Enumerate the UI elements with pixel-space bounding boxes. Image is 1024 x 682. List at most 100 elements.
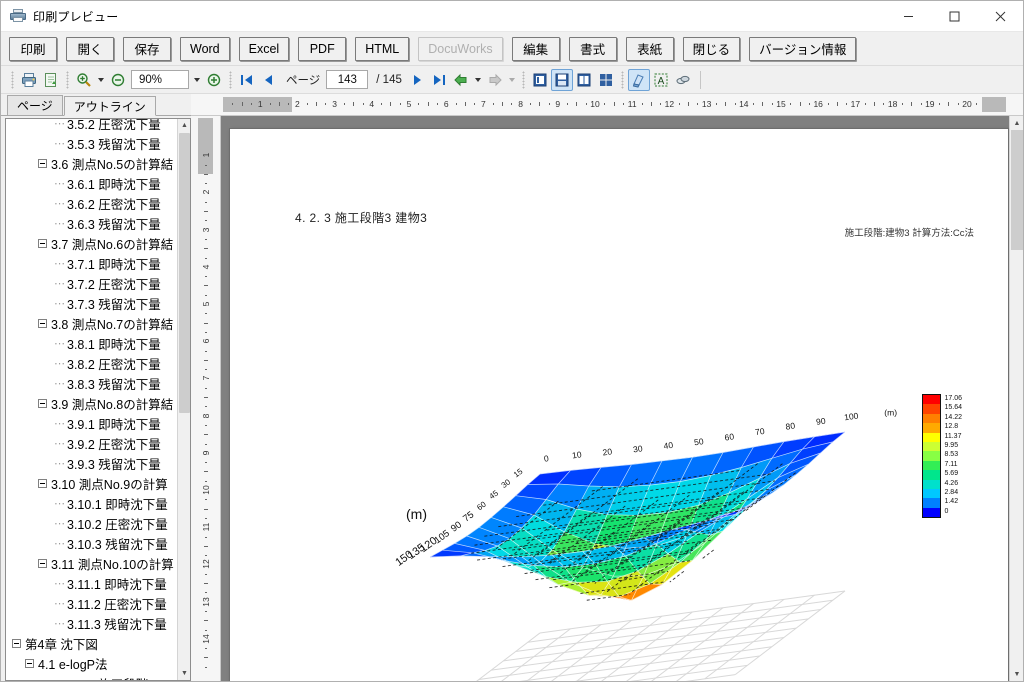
open-button[interactable]: 開く: [66, 36, 114, 61]
ruler-minor-tick: [790, 103, 792, 105]
collapse-expander-icon[interactable]: [12, 638, 21, 648]
page-label: ページ: [286, 74, 321, 87]
tree-item[interactable]: ⋯ 3.11.1 即時沈下量: [6, 573, 177, 593]
last-page-icon[interactable]: [428, 69, 450, 91]
tree-item[interactable]: ⋯ 3.5.2 圧密沈下量: [6, 119, 177, 133]
tree-item[interactable]: ⋯ 3.5.3 残留沈下量: [6, 133, 177, 153]
two-page-view-icon[interactable]: [573, 69, 595, 91]
tree-item[interactable]: 3.11 測点No.10の計算: [6, 553, 177, 573]
tree-item[interactable]: ⋯ 3.9.1 即時沈下量: [6, 413, 177, 433]
zoom-level-input[interactable]: 90%: [131, 70, 189, 89]
doc-scroll-up-icon[interactable]: ▲: [1010, 116, 1024, 130]
forward-history-caret[interactable]: [506, 69, 518, 91]
tab-outline[interactable]: アウトライン: [63, 96, 156, 116]
tree-item-label: 3.9.2 圧密沈下量: [67, 437, 161, 452]
vruler-minor-tick: [205, 201, 207, 203]
vruler-minor-tick: [204, 397, 208, 398]
ruler-minor-tick: [660, 103, 662, 105]
tree-item[interactable]: 3.8 測点No.7の計算結: [6, 313, 177, 333]
tree-item-label: 3.5.3 残留沈下量: [67, 137, 161, 152]
doc-scroll-down-icon[interactable]: ▼: [1010, 667, 1024, 681]
version-info-button[interactable]: バージョン情報: [749, 36, 857, 61]
close-button[interactable]: 閉じる: [682, 36, 741, 61]
tree-item[interactable]: 第4章 沈下図: [6, 633, 177, 653]
forward-arrow-icon[interactable]: [484, 69, 506, 91]
print-button[interactable]: 印刷: [9, 36, 57, 61]
vruler-tick-label: 3: [201, 227, 211, 232]
tree-item[interactable]: ⋯ 3.9.3 残留沈下量: [6, 453, 177, 473]
tree-item[interactable]: 3.10 測点No.9の計算: [6, 473, 177, 493]
scroll-down-icon[interactable]: ▼: [178, 667, 190, 680]
tree-item[interactable]: ⋯ 3.9.2 圧密沈下量: [6, 433, 177, 453]
scroll-up-icon[interactable]: ▲: [178, 119, 190, 132]
collapse-expander-icon[interactable]: [38, 238, 47, 248]
zoom-out-icon[interactable]: [107, 69, 129, 91]
link-icon[interactable]: [672, 69, 694, 91]
save-button[interactable]: 保存: [123, 36, 171, 61]
tree-item[interactable]: ⋯ 3.8.2 圧密沈下量: [6, 353, 177, 373]
tree-item[interactable]: 3.9 測点No.8の計算結: [6, 393, 177, 413]
close-window-button[interactable]: [977, 1, 1023, 32]
maximize-button[interactable]: [931, 1, 977, 32]
tree-item[interactable]: ⋯ 3.6.1 即時沈下量: [6, 173, 177, 193]
tree-item[interactable]: 3.7 測点No.6の計算結: [6, 233, 177, 253]
four-page-view-icon[interactable]: [595, 69, 617, 91]
printer-icon[interactable]: [18, 69, 40, 91]
ruler-minor-tick: [911, 102, 913, 106]
doc-scrollbar-thumb[interactable]: [1011, 130, 1023, 250]
tree-item[interactable]: ⋯ 3.8.3 残留沈下量: [6, 373, 177, 393]
page-number-input[interactable]: 143: [326, 70, 369, 89]
ruler-tick-label: 2: [295, 99, 300, 109]
back-history-caret[interactable]: [472, 69, 484, 91]
tree-item[interactable]: ⋯ 3.10.2 圧密沈下量: [6, 513, 177, 533]
tree-item[interactable]: ⋯ 3.6.2 圧密沈下量: [6, 193, 177, 213]
collapse-expander-icon[interactable]: [38, 318, 47, 328]
tree-item[interactable]: ⋯ 3.10.3 残留沈下量: [6, 533, 177, 553]
tree-item[interactable]: ⋯ 3.6.3 残留沈下量: [6, 213, 177, 233]
back-arrow-icon[interactable]: [450, 69, 472, 91]
previous-page-icon[interactable]: [258, 69, 280, 91]
legend-label: 15.64: [944, 404, 962, 412]
zoom-increase-icon[interactable]: [203, 69, 225, 91]
tree-item[interactable]: 4.1 e-logP法: [6, 653, 177, 673]
collapse-expander-icon[interactable]: [25, 658, 34, 668]
tree-item[interactable]: ⋯ 3.7.1 即時沈下量: [6, 253, 177, 273]
tree-item[interactable]: ⋯4.1.1 施工段階1: [6, 673, 177, 681]
scrollbar-thumb[interactable]: [179, 133, 190, 413]
tree-item[interactable]: ⋯ 3.10.1 即時沈下量: [6, 493, 177, 513]
zoom-in-icon[interactable]: [73, 69, 95, 91]
pdf-export-button[interactable]: PDF: [298, 36, 347, 61]
single-page-view-icon[interactable]: [529, 69, 551, 91]
page-canvas[interactable]: 4. 2. 3 施工段階3 建物3 施工段階:建物3 計算方法:Cc法 0 10 2…: [221, 116, 1009, 681]
tree-item[interactable]: ⋯ 3.11.2 圧密沈下量: [6, 593, 177, 613]
zoom-dropdown-caret[interactable]: [95, 69, 107, 91]
html-export-button[interactable]: HTML: [355, 36, 410, 61]
tree-item[interactable]: 3.6 測点No.5の計算結: [6, 153, 177, 173]
tab-pages[interactable]: ページ: [7, 95, 63, 115]
tree-item[interactable]: ⋯ 3.7.2 圧密沈下量: [6, 273, 177, 293]
next-page-icon[interactable]: [406, 69, 428, 91]
collapse-expander-icon[interactable]: [38, 478, 47, 488]
collapse-expander-icon[interactable]: [38, 558, 47, 568]
zoom-level-dropdown-caret[interactable]: [191, 69, 203, 91]
edit-button[interactable]: 編集: [511, 36, 560, 61]
collapse-expander-icon[interactable]: [38, 398, 47, 408]
refresh-page-icon[interactable]: [40, 69, 62, 91]
first-page-icon[interactable]: [236, 69, 258, 91]
highlighter-icon[interactable]: [627, 68, 650, 91]
collapse-expander-icon[interactable]: [38, 158, 47, 168]
cover-page-button[interactable]: 表紙: [625, 36, 674, 61]
format-button[interactable]: 書式: [568, 36, 617, 61]
text-select-icon[interactable]: A: [650, 69, 672, 91]
tree-item[interactable]: ⋯ 3.8.1 即時沈下量: [6, 333, 177, 353]
outline-tree[interactable]: ⋯ 3.5.2 圧密沈下量 ⋯ 3.5.3 残留沈下量 3.6 測点No.5の計算結 ⋯ 3…: [5, 118, 191, 681]
minimize-button[interactable]: [885, 1, 931, 32]
tree-item[interactable]: ⋯ 3.11.3 残留沈下量: [6, 613, 177, 633]
tree-item[interactable]: ⋯ 3.7.3 残留沈下量: [6, 293, 177, 313]
fit-page-view-icon[interactable]: [550, 68, 573, 91]
document-scrollbar[interactable]: ▲ ▼: [1009, 116, 1023, 681]
excel-export-button[interactable]: Excel: [238, 36, 290, 61]
outline-scrollbar[interactable]: ▲ ▼: [177, 119, 190, 680]
word-export-button[interactable]: Word: [180, 36, 230, 61]
ruler-minor-tick: [585, 103, 587, 105]
